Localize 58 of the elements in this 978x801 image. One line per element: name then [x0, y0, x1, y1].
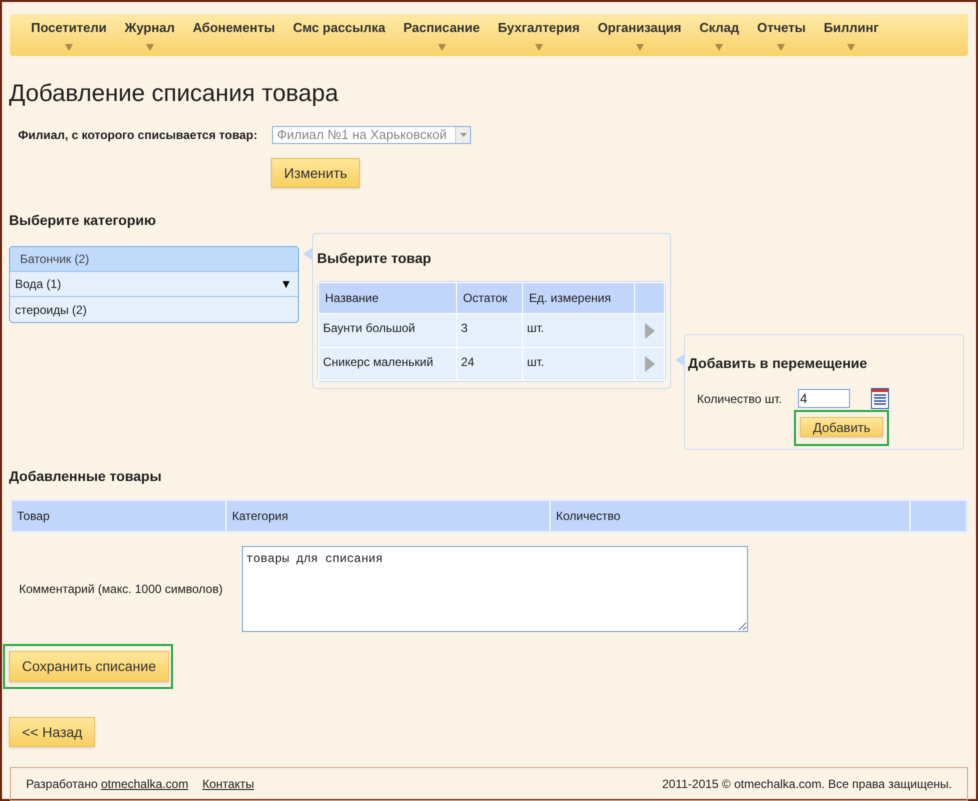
- expand-icon[interactable]: ▼: [280, 275, 298, 293]
- caret-icon: [847, 44, 856, 50]
- caret-icon: [715, 44, 724, 50]
- table-cell: шт.: [523, 348, 634, 380]
- table-cell: шт.: [523, 314, 634, 347]
- menu-item[interactable]: Журнал: [116, 14, 184, 50]
- category-item[interactable]: Батончик (2): [10, 247, 298, 272]
- play-icon[interactable]: [644, 322, 654, 338]
- add-button[interactable]: Добавить: [800, 417, 884, 437]
- category-item[interactable]: стероиды (2): [10, 297, 298, 322]
- menu-item[interactable]: Посетители: [22, 14, 116, 50]
- caret-icon: [146, 44, 154, 50]
- column-header: Категория: [227, 501, 549, 531]
- table-cell: Баунти большой: [319, 314, 456, 347]
- caret-icon: [64, 44, 73, 50]
- menu-item[interactable]: Расписание: [394, 14, 489, 50]
- change-button[interactable]: Изменить: [271, 158, 360, 188]
- copyright-text: 2011-2015 © otmechalka.com. Все права защищены.: [662, 776, 952, 793]
- column-header: Название: [319, 283, 456, 313]
- table-cell: 24: [457, 348, 522, 380]
- panel-heading: Добавить в перемещение: [688, 354, 868, 373]
- column-header: Количество: [551, 501, 909, 531]
- menu-item[interactable]: Абонементы: [184, 14, 284, 38]
- developer-credit: Разработано otmechalka.com: [26, 776, 188, 793]
- quantity-field[interactable]: 4: [798, 389, 850, 408]
- comment-field[interactable]: товары для списания: [242, 546, 748, 632]
- column-header: Остаток: [457, 283, 522, 313]
- page-title: Добавление списания товара: [9, 79, 340, 109]
- panel-heading: Выберите товар: [317, 249, 432, 268]
- column-header: [911, 501, 966, 531]
- table-cell: Сникерс маленький: [319, 348, 456, 380]
- branch-select[interactable]: Филиал №1 на Харьковской: [272, 126, 471, 144]
- comment-label: Комментарий (макс. 1000 символов): [19, 581, 224, 598]
- menu-item[interactable]: Отчеты: [748, 14, 815, 50]
- menu-item[interactable]: Бухгалтерия: [488, 14, 589, 50]
- site-link[interactable]: otmechalka.com: [100, 777, 188, 791]
- table-cell: 3: [457, 314, 522, 347]
- quantity-label: Количество шт.: [697, 390, 783, 408]
- menu-item[interactable]: Смс рассылка: [284, 14, 394, 38]
- section-heading: Выберите категорию: [9, 211, 157, 230]
- caret-icon: [438, 44, 446, 50]
- play-icon[interactable]: [644, 356, 654, 372]
- menu-item[interactable]: Организация: [588, 14, 690, 50]
- menu-item[interactable]: Склад: [690, 14, 748, 50]
- column-header: Ед. измерения: [523, 283, 634, 313]
- column-header: Товар: [12, 501, 225, 531]
- list-icon[interactable]: [871, 388, 889, 409]
- dropdown-arrow-icon: [460, 133, 466, 137]
- branch-label: Филиал, с которого списывается товар:: [18, 127, 258, 144]
- caret-icon: [777, 44, 786, 50]
- caret-icon: [534, 44, 543, 50]
- category-item[interactable]: Вода (1) ▼: [10, 272, 298, 297]
- back-button[interactable]: << Назад: [9, 717, 96, 747]
- caret-icon: [636, 44, 644, 50]
- save-button[interactable]: Сохранить списание: [9, 651, 169, 682]
- menu-item[interactable]: Биллинг: [814, 14, 888, 50]
- contacts-link[interactable]: Контакты: [202, 775, 254, 793]
- section-heading: Добавленные товары: [9, 467, 163, 486]
